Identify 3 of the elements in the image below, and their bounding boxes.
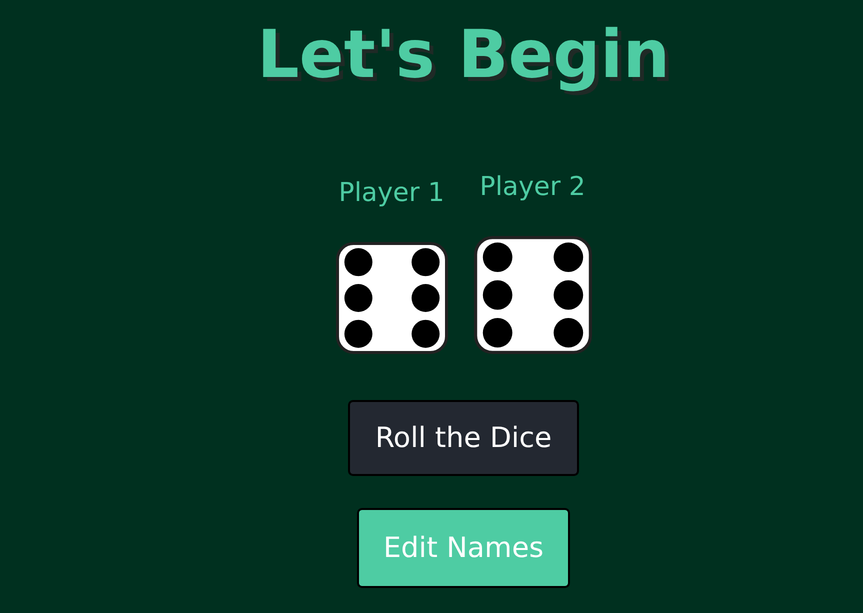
player-name: Player 2 [480, 174, 586, 200]
player-name: Player 1 [338, 180, 444, 206]
roll-button[interactable]: Roll the Dice [348, 400, 579, 476]
